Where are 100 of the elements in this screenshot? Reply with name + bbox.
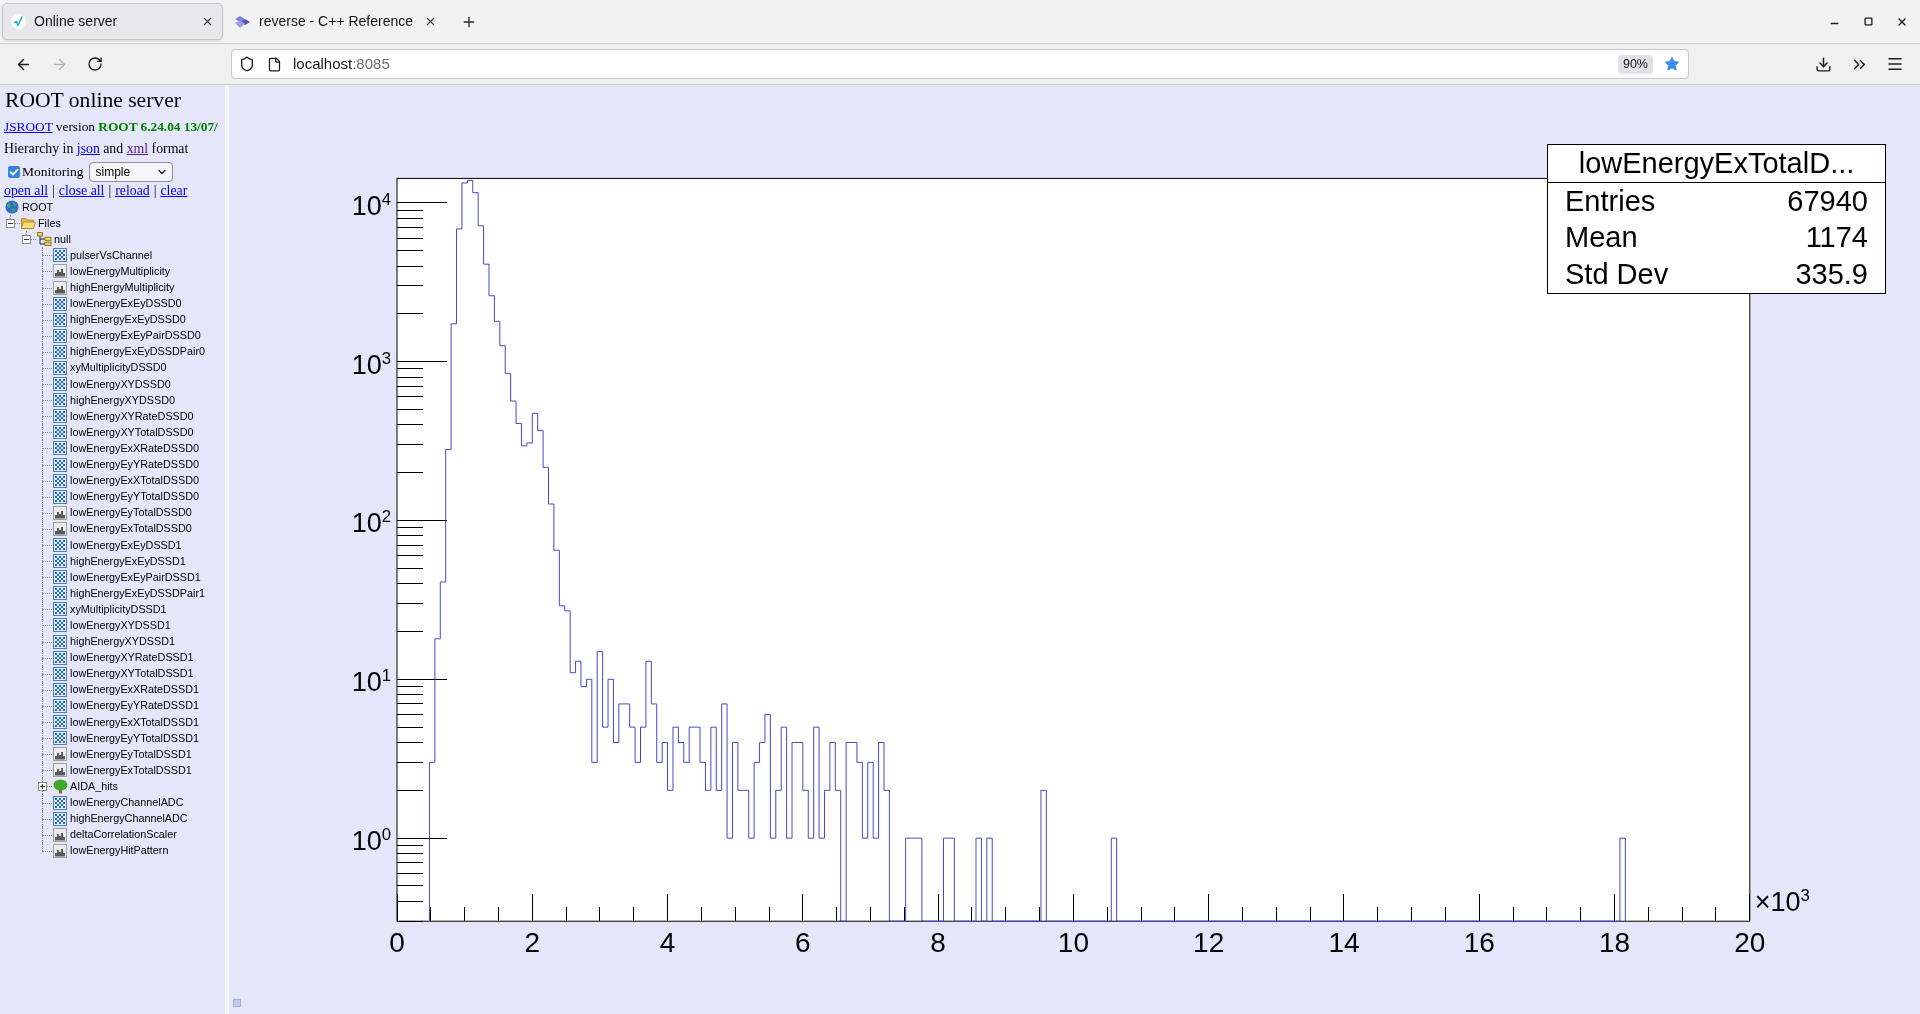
tree-item[interactable]: lowEnergyExEyDSSD0: [70, 297, 182, 311]
address-bar[interactable]: localhost:8085 90%: [231, 49, 1689, 79]
histogram-2d-icon: [53, 570, 67, 585]
close-icon[interactable]: [424, 15, 437, 28]
tree-item[interactable]: lowEnergyExTotalDSSD1: [70, 763, 192, 777]
histogram-2d-icon: [53, 361, 67, 375]
axis-tick-label: 18: [1598, 929, 1631, 958]
stats-label: Mean: [1565, 223, 1638, 253]
tree-item[interactable]: lowEnergyXYTotalDSSD0: [70, 425, 194, 439]
shield-icon[interactable]: [239, 56, 255, 72]
tree-item[interactable]: lowEnergyXYRateDSSD0: [70, 409, 194, 423]
axis-tick-label: 6: [795, 929, 811, 958]
tree-item[interactable]: lowEnergyXYDSSD0: [70, 377, 171, 391]
tree-item[interactable]: null: [54, 232, 71, 246]
hierarchy-text: Hierarchy in json and xml format: [4, 140, 189, 158]
tree-item[interactable]: highEnergyXYDSSD0: [70, 393, 176, 407]
histogram-2d-icon: [53, 586, 67, 601]
tree-item[interactable]: highEnergyExEyDSSD0: [70, 313, 186, 327]
tree-item[interactable]: lowEnergyXYDSSD1: [70, 619, 171, 632]
histogram-2d-icon: [53, 441, 67, 456]
histogram-2d-icon: [53, 634, 67, 649]
tree-item[interactable]: lowEnergyEyYRateDSSD0: [70, 458, 200, 472]
tree-item[interactable]: highEnergyXYDSSD1: [70, 635, 176, 649]
tree-item[interactable]: deltaCorrelationScaler: [70, 828, 177, 842]
logo-icon: [11, 14, 26, 29]
axis-tick-label: 10$^{0}$: [351, 827, 391, 856]
tree-item[interactable]: Files: [38, 216, 61, 230]
close-icon[interactable]: [201, 15, 214, 28]
tree-item[interactable]: lowEnergyExXRateDSSD0: [70, 441, 200, 455]
format-link[interactable]: xml: [126, 141, 149, 156]
tree-item[interactable]: lowEnergyMultiplicity: [70, 264, 171, 278]
histogram-2d-icon: [53, 682, 67, 697]
tree-item[interactable]: lowEnergyExXRateDSSD1: [70, 683, 200, 697]
logo-icon: [234, 14, 251, 29]
tree-item[interactable]: lowEnergyEyYRateDSSD1: [70, 699, 200, 713]
checkbox[interactable]: [8, 166, 20, 178]
histogram-2d-icon: [53, 425, 67, 440]
format-link[interactable]: json: [76, 141, 100, 156]
tree-item[interactable]: ROOT: [22, 200, 54, 214]
tree-item[interactable]: highEnergyMultiplicity: [70, 281, 175, 294]
axis-tick-label: 2: [524, 929, 541, 958]
tree-item[interactable]: lowEnergyExTotalDSSD0: [70, 522, 192, 536]
page-title: ROOT online server: [5, 88, 181, 113]
stats-title: lowEnergyExTotalD...: [1578, 149, 1855, 178]
tree-item[interactable]: highEnergyExEyDSSD1: [70, 554, 186, 568]
star-icon[interactable]: [1664, 56, 1680, 72]
tree-item[interactable]: lowEnergyXYRateDSSD1: [70, 651, 194, 665]
action-link[interactable]: close all: [58, 183, 105, 199]
histogram-2d-icon: [53, 731, 67, 746]
histogram-icon: [53, 264, 67, 279]
action-link[interactable]: open all: [4, 183, 49, 199]
browser-tab[interactable]: reverse - C++ Reference: [225, 3, 446, 40]
action-link[interactable]: clear: [160, 183, 188, 199]
tree-item[interactable]: lowEnergyHitPattern: [70, 844, 169, 858]
plus-box-icon[interactable]: [38, 781, 47, 791]
axis-tick-label: 10$^{3}$: [351, 350, 391, 380]
tree-item[interactable]: lowEnergyXYTotalDSSD1: [70, 667, 194, 681]
axis-tick-label: 8: [930, 929, 946, 958]
handle-icon[interactable]: [233, 999, 241, 1007]
tree-item[interactable]: lowEnergyChannelADC: [70, 796, 184, 809]
tree-item[interactable]: highEnergyExEyDSSDPair1: [70, 586, 206, 600]
stats-value: 335.9: [1795, 259, 1868, 289]
tree-item[interactable]: highEnergyChannelADC: [70, 812, 188, 826]
home-link[interactable]: JSROOT: [4, 119, 53, 134]
browser-tab[interactable]: Online server: [2, 3, 223, 40]
axis-tick-label: 12: [1193, 929, 1225, 958]
histogram-icon: [53, 827, 67, 842]
tree-item[interactable]: xyMultiplicityDSSD1: [70, 602, 167, 616]
menu-icon[interactable]: [1886, 55, 1904, 73]
tree-item[interactable]: pulserVsChannel: [70, 248, 153, 262]
reload-icon[interactable]: [87, 56, 103, 72]
tree-item[interactable]: highEnergyExEyDSSDPair0: [70, 345, 206, 359]
zoom-level-badge[interactable]: 90%: [1617, 54, 1653, 74]
tree-item[interactable]: lowEnergyEyYTotalDSSD0: [70, 490, 200, 504]
tree-item[interactable]: AIDA_hits: [70, 779, 118, 793]
tree-item[interactable]: lowEnergyExEyDSSD1: [70, 538, 182, 552]
download-icon[interactable]: [1814, 55, 1832, 73]
histogram-2d-icon: [53, 538, 67, 552]
tree-item[interactable]: xyMultiplicityDSSD0: [70, 361, 167, 375]
mode-select[interactable]: simple: [88, 162, 173, 182]
monitoring-label: Monitoring: [22, 163, 84, 181]
axis-multiplier-label: ×10$^{3}$: [1754, 888, 1810, 917]
url-text: localhost:8085: [293, 53, 390, 74]
tree-item[interactable]: lowEnergyEyTotalDSSD0: [70, 506, 192, 520]
tree-item[interactable]: lowEnergyExEyPairDSSD1: [70, 570, 201, 584]
tree-item[interactable]: lowEnergyEyTotalDSSD1: [70, 747, 192, 761]
tree-item[interactable]: lowEnergyEyYTotalDSSD1: [70, 731, 200, 745]
tree-item[interactable]: lowEnergyExXTotalDSSD1: [70, 715, 200, 729]
histogram-2d-icon: [53, 296, 67, 311]
action-link[interactable]: reload: [115, 183, 150, 199]
minus-box-icon[interactable]: [22, 234, 31, 244]
tree-item[interactable]: lowEnergyExEyPairDSSD0: [70, 329, 201, 343]
maximize-icon[interactable]: [1863, 17, 1873, 26]
histogram-icon: [53, 505, 67, 520]
histogram-2d-icon: [53, 457, 67, 472]
stats-value: 67940: [1787, 186, 1868, 216]
histogram-2d-icon: [53, 618, 67, 633]
minus-box-icon[interactable]: [6, 218, 15, 228]
histogram-2d-icon: [53, 344, 67, 359]
tree-item[interactable]: lowEnergyExXTotalDSSD0: [70, 474, 200, 488]
